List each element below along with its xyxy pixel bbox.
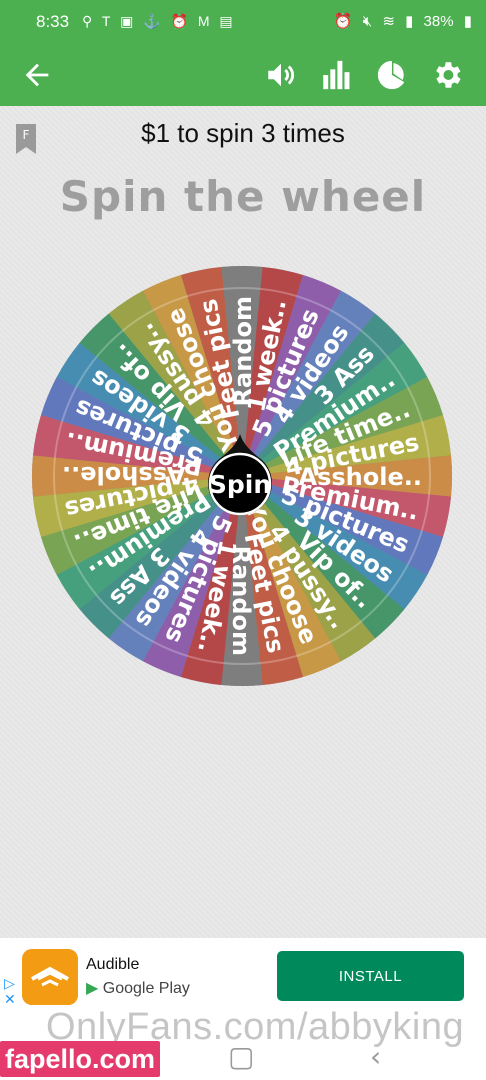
back-arrow-icon[interactable]	[20, 58, 54, 92]
install-button[interactable]: INSTALL	[277, 951, 464, 1001]
ad-store: ▶ Google Play	[86, 978, 190, 998]
notification-icons: ⚲ T ▣ ⚓ ⏰ M ▤	[82, 13, 236, 29]
audible-logo-icon	[22, 949, 78, 1005]
wifi-icon: ≋	[382, 13, 395, 30]
signal-icon: ▮	[405, 13, 414, 30]
status-bar: 8:33 ⚲ T ▣ ⚓ ⏰ M ▤ ⏰ 🔇︎ ≋ ▮ 38% ▮	[0, 0, 486, 44]
page-heading: Spin the wheel	[59, 172, 427, 221]
battery-icon: ▮	[463, 13, 472, 30]
bar-chart-icon[interactable]	[319, 58, 353, 92]
site-badge: fapello.com	[0, 1041, 160, 1077]
alarm-icon: ⏰	[333, 13, 353, 30]
ad-store-label: Google Play	[102, 980, 190, 997]
google-play-icon: ▶	[86, 980, 99, 997]
status-time: 8:33	[36, 12, 70, 31]
spin-label: Spin	[209, 470, 271, 499]
gear-icon[interactable]	[430, 58, 464, 92]
ad-app-name: Audible	[86, 956, 140, 973]
pie-chart-icon[interactable]	[375, 58, 409, 92]
mute-icon: 🔇︎	[362, 13, 373, 30]
battery-level: 38%	[423, 13, 454, 30]
system-status: ⏰ 🔇︎ ≋ ▮ 38% ▮	[328, 12, 472, 30]
app-bar	[0, 44, 486, 106]
volume-icon[interactable]	[264, 58, 298, 92]
ad-choices-icon[interactable]: ▷ ✕	[4, 976, 16, 1008]
spin-button[interactable]: Spin	[206, 434, 274, 518]
prize-title: $1 to spin 3 times	[141, 118, 345, 148]
